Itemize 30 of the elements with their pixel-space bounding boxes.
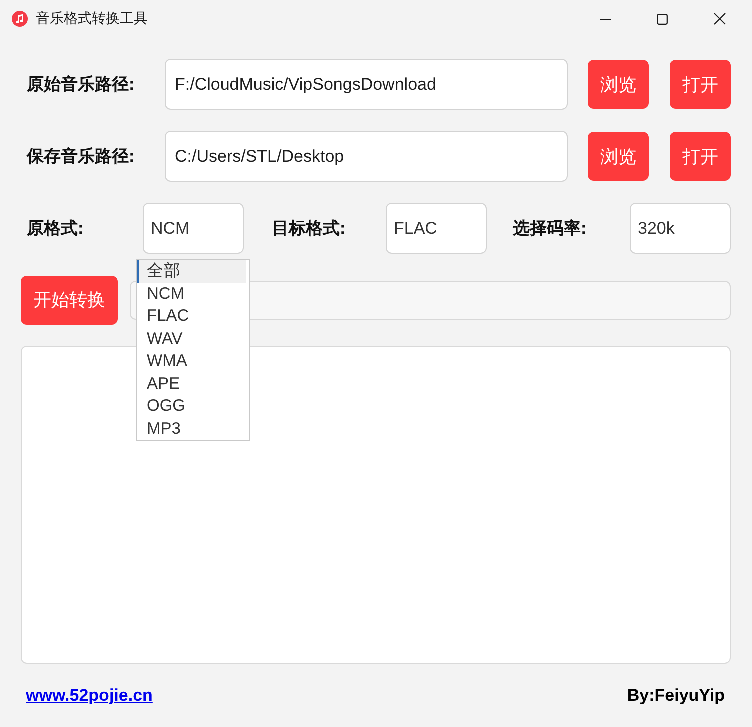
dropdown-option[interactable]: WAV	[137, 328, 246, 350]
author-credit: By:FeiyuYip	[627, 686, 725, 706]
dropdown-option[interactable]: 全部	[137, 260, 246, 282]
format-label: 选择码率:	[513, 218, 587, 240]
select-field[interactable]: NCM	[143, 203, 244, 254]
path-label: 保存音乐路径:	[27, 146, 136, 168]
dropdown-option[interactable]: WMA	[137, 350, 246, 372]
music-note-icon	[12, 11, 28, 27]
maximize-icon[interactable]	[657, 14, 668, 24]
format-label: 原格式:	[27, 218, 84, 240]
window-title: 音乐格式转换工具	[36, 10, 148, 28]
format-label: 目标格式:	[272, 218, 346, 240]
dropdown-option[interactable]: NCM	[137, 282, 246, 305]
dropdown-option[interactable]: OGG	[137, 395, 246, 418]
path-label: 原始音乐路径:	[27, 74, 136, 96]
path-field[interactable]: F:/CloudMusic/VipSongsDownload	[165, 59, 568, 110]
dropdown-option[interactable]: MP3	[137, 418, 246, 440]
start-convert-button[interactable]: 开始转换	[21, 276, 118, 324]
browse-button[interactable]: 浏览	[588, 132, 649, 181]
select-field[interactable]: FLAC	[386, 203, 487, 254]
open-button[interactable]: 打开	[670, 60, 731, 109]
dropdown-option[interactable]: FLAC	[137, 305, 246, 328]
dropdown-option[interactable]: APE	[137, 372, 246, 395]
minimize-icon[interactable]	[600, 18, 611, 20]
path-field[interactable]: C:/Users/STL/Desktop	[165, 131, 568, 182]
close-icon[interactable]	[714, 13, 726, 25]
open-button[interactable]: 打开	[670, 132, 731, 181]
website-link[interactable]: www.52pojie.cn	[26, 686, 153, 706]
browse-button[interactable]: 浏览	[588, 60, 649, 109]
select-field[interactable]: 320k	[630, 203, 731, 254]
